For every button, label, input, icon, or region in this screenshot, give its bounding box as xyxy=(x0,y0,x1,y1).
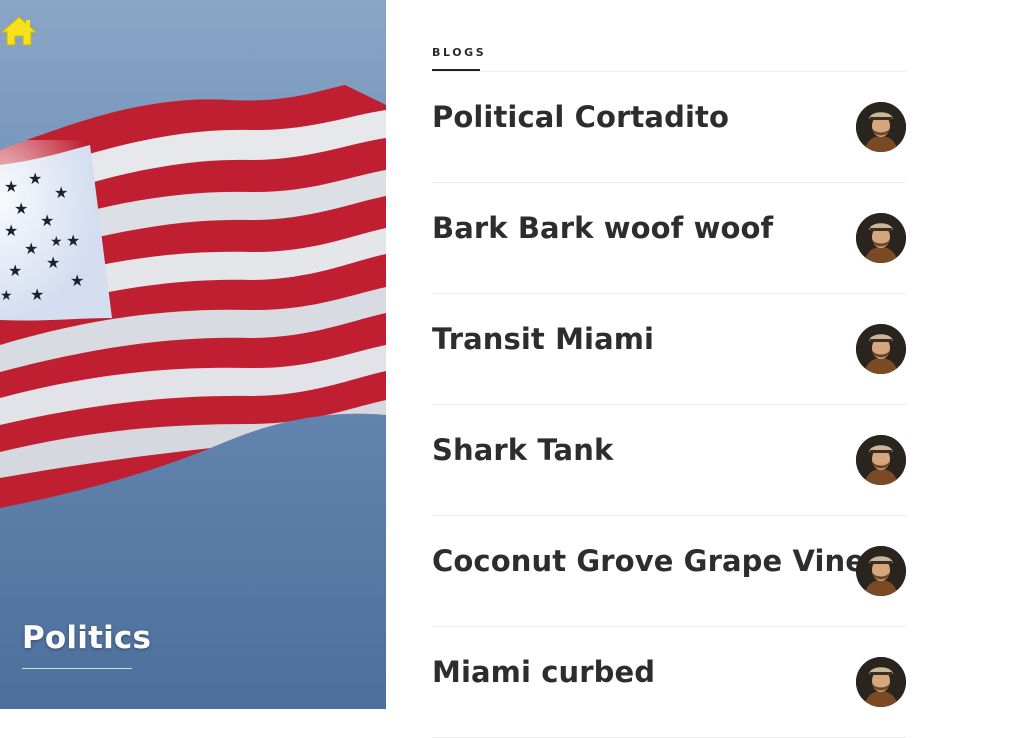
blog-list-item[interactable]: Bark Bark woof woof xyxy=(432,183,906,294)
blog-list-item[interactable]: Political Cortadito xyxy=(432,72,906,183)
blog-section: BLOGS Political Cortadito Bark Bark woof… xyxy=(432,0,906,738)
avatar-portrait-icon xyxy=(856,213,906,263)
svg-text:★: ★ xyxy=(14,199,28,218)
svg-text:★: ★ xyxy=(30,285,44,304)
author-avatar[interactable] xyxy=(856,546,906,596)
svg-text:★: ★ xyxy=(46,253,60,272)
blog-list-item[interactable]: Shark Tank xyxy=(432,405,906,516)
author-avatar[interactable] xyxy=(856,213,906,263)
svg-text:★: ★ xyxy=(4,221,18,240)
blog-list: Political Cortadito Bark Bark woof woof … xyxy=(432,72,906,738)
svg-text:★: ★ xyxy=(8,261,22,280)
blog-list-item[interactable]: Miami curbed xyxy=(432,627,906,738)
title-underline xyxy=(22,668,132,669)
svg-text:★: ★ xyxy=(4,177,18,196)
svg-text:★: ★ xyxy=(70,271,84,290)
svg-text:★: ★ xyxy=(54,183,68,202)
author-avatar[interactable] xyxy=(856,657,906,707)
svg-text:★: ★ xyxy=(24,239,38,258)
author-avatar[interactable] xyxy=(856,102,906,152)
svg-text:★: ★ xyxy=(50,234,63,250)
blog-list-item[interactable]: Transit Miami xyxy=(432,294,906,405)
author-avatar[interactable] xyxy=(856,324,906,374)
category-title: Politics xyxy=(22,620,152,656)
blog-list-item[interactable]: Coconut Grove Grape Vine xyxy=(432,516,906,627)
avatar-portrait-icon xyxy=(856,102,906,152)
avatar-portrait-icon xyxy=(856,435,906,485)
avatar-portrait-icon xyxy=(856,657,906,707)
blog-title[interactable]: Shark Tank xyxy=(432,433,613,467)
svg-text:★: ★ xyxy=(66,231,80,250)
author-avatar[interactable] xyxy=(856,435,906,485)
avatar-portrait-icon xyxy=(856,324,906,374)
svg-text:★: ★ xyxy=(40,211,54,230)
hero-panel: ★ ★ ★ ★ ★ ★ ★ ★ ★ ★ ★ ★ ★ ★ Politics xyxy=(0,0,386,709)
blog-title[interactable]: Bark Bark woof woof xyxy=(432,211,773,245)
blog-title[interactable]: Miami curbed xyxy=(432,655,655,689)
home-icon xyxy=(0,16,38,46)
svg-text:★: ★ xyxy=(28,169,42,188)
svg-text:★: ★ xyxy=(0,288,13,304)
section-label: BLOGS xyxy=(432,46,487,59)
american-flag-image: ★ ★★ ★★★ ★★★ ★★★ ★★ xyxy=(0,0,386,709)
blog-title[interactable]: Coconut Grove Grape Vine xyxy=(432,544,865,578)
home-button[interactable] xyxy=(0,14,38,48)
blog-title[interactable]: Transit Miami xyxy=(432,322,654,356)
blog-title[interactable]: Political Cortadito xyxy=(432,100,729,134)
avatar-portrait-icon xyxy=(856,546,906,596)
